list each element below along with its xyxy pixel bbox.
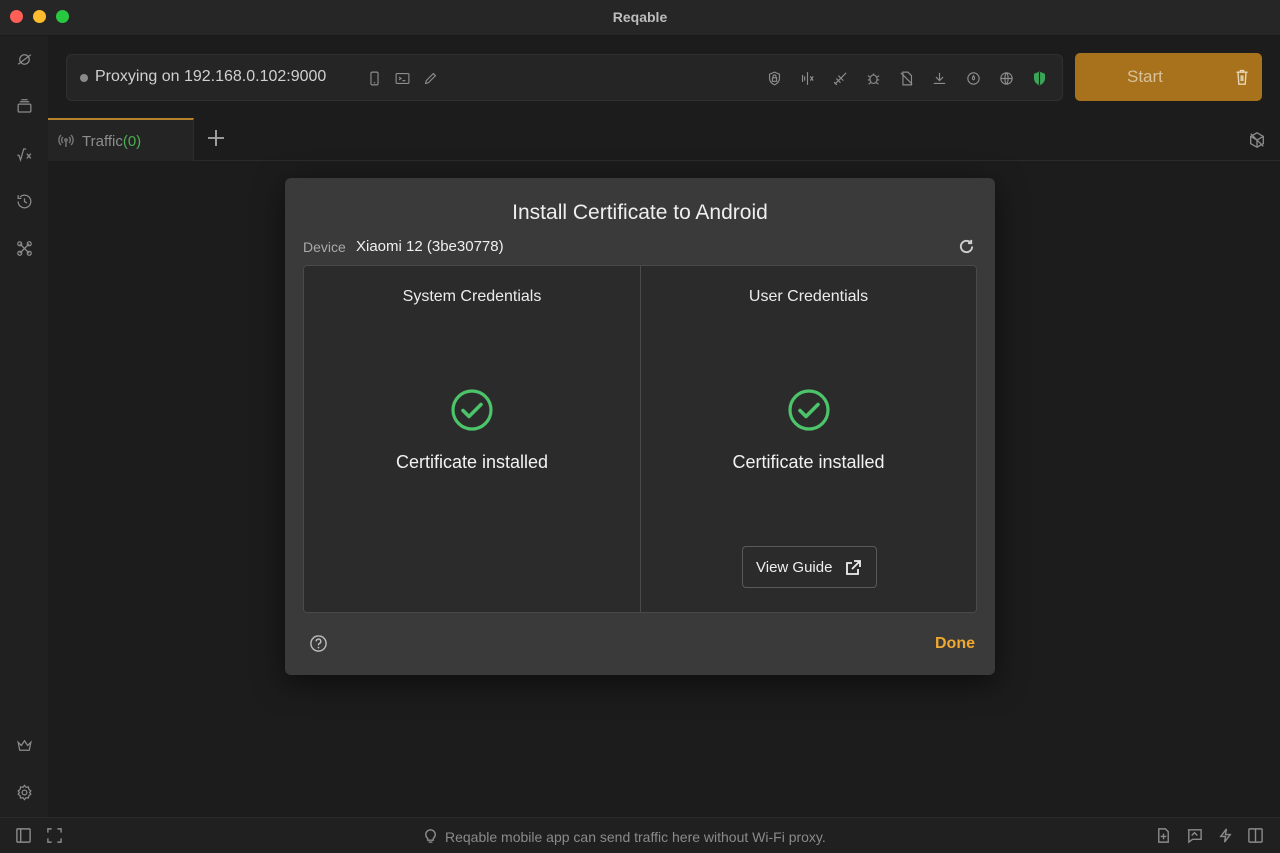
system-credentials-panel: System Credentials Certificate installed [304, 266, 641, 612]
scripts-icon[interactable] [12, 142, 36, 166]
cube-icon[interactable] [1248, 131, 1268, 151]
dialog-title: Install Certificate to Android [512, 201, 768, 224]
user-credentials-title: User Credentials [748, 288, 869, 305]
tools-icon[interactable] [12, 236, 36, 260]
external-link-icon [845, 559, 862, 576]
tab-strip: Traffic(0) [48, 118, 1280, 161]
rewrite-icon[interactable] [829, 67, 851, 89]
collections-icon[interactable] [12, 94, 36, 118]
crown-icon[interactable] [12, 733, 36, 757]
left-sidebar [0, 36, 48, 817]
debug-icon[interactable] [862, 67, 884, 89]
network-icon[interactable] [995, 67, 1017, 89]
lightbulb-icon [422, 827, 440, 845]
credentials-panels: System Credentials Certificate installed… [303, 265, 977, 613]
history-icon[interactable] [12, 189, 36, 213]
window-title: Reqable [612, 9, 668, 25]
lightning-icon[interactable] [1217, 827, 1235, 845]
shield-icon[interactable] [1028, 67, 1050, 89]
trash-icon[interactable] [1232, 66, 1252, 88]
feedback-icon[interactable] [1186, 827, 1204, 845]
check-circle-icon [450, 388, 494, 432]
compare-icon[interactable] [796, 67, 818, 89]
edit-icon[interactable] [419, 67, 441, 89]
view-guide-label: View Guide [756, 559, 833, 576]
device-name: Xiaomi 12 (3be30778) [356, 238, 504, 255]
proxy-status-text: Proxying on 192.168.0.102:9000 [95, 68, 327, 85]
ssl-icon[interactable] [763, 67, 785, 89]
antenna-icon [58, 133, 74, 149]
mobile-icon[interactable] [363, 67, 385, 89]
title-bar: Reqable [0, 0, 1280, 36]
device-label: Device [303, 239, 346, 255]
settings-icon[interactable] [12, 780, 36, 804]
download-icon[interactable] [928, 67, 950, 89]
install-certificate-dialog: Install Certificate to Android Device Xi… [285, 178, 995, 675]
system-credentials-title: System Credentials [402, 288, 542, 305]
block-icon[interactable] [895, 67, 917, 89]
throttle-icon[interactable] [962, 67, 984, 89]
status-bar: Reqable mobile app can send traffic here… [0, 817, 1280, 853]
add-tab-button[interactable] [206, 128, 228, 150]
done-button[interactable]: Done [935, 635, 975, 653]
help-icon[interactable] [309, 634, 329, 654]
refresh-icon[interactable] [958, 238, 976, 256]
check-circle-icon [787, 388, 831, 432]
proxy-toolbar: Proxying on 192.168.0.102:9000 [66, 54, 1063, 101]
proxy-status-dot [80, 74, 88, 82]
user-credentials-status: Certificate installed [732, 452, 885, 472]
split-view-icon[interactable] [1247, 827, 1265, 845]
toggle-sidebar-icon[interactable] [15, 827, 33, 845]
fullscreen-icon[interactable] [46, 827, 64, 845]
export-icon[interactable] [1155, 827, 1173, 845]
footer-hint: Reqable mobile app can send traffic here… [445, 829, 826, 845]
tab-traffic-label: Traffic(0) [82, 133, 142, 150]
tab-traffic-count: (0) [122, 133, 142, 150]
view-guide-button[interactable]: View Guide [742, 546, 877, 588]
start-button[interactable]: Start [1075, 53, 1262, 101]
system-credentials-status: Certificate installed [395, 452, 549, 472]
user-credentials-panel: User Credentials Certificate installed V… [641, 266, 976, 612]
terminal-icon[interactable] [391, 67, 413, 89]
start-button-label: Start [1127, 67, 1163, 86]
capture-icon[interactable] [12, 47, 36, 71]
tab-traffic[interactable]: Traffic(0) [48, 118, 194, 161]
